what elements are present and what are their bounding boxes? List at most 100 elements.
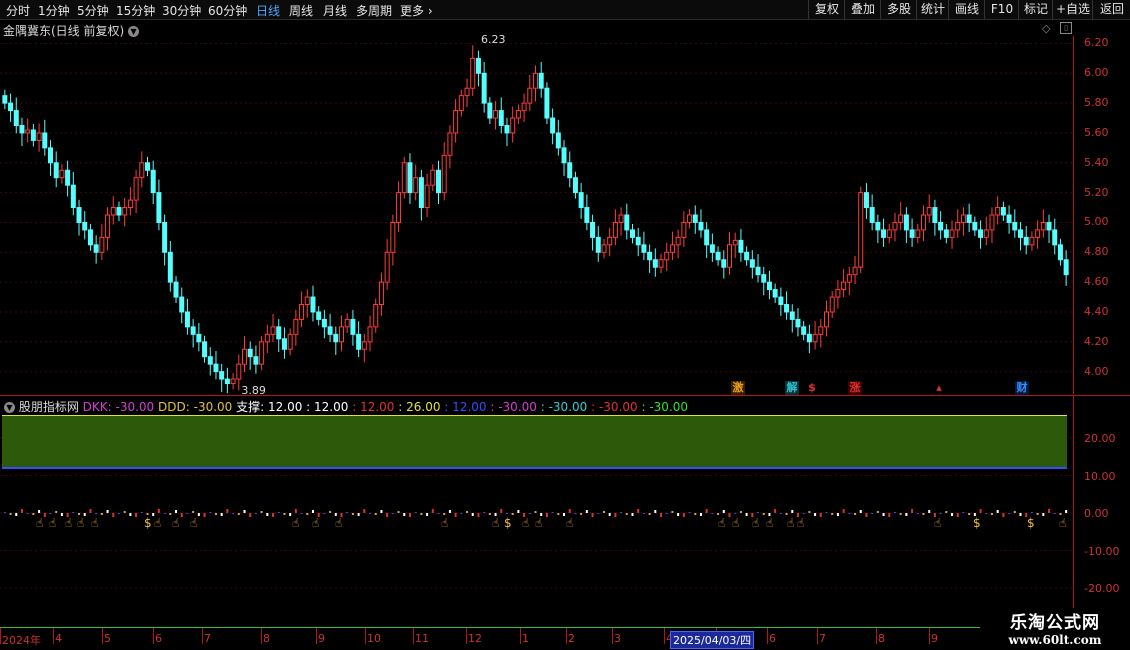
candle[interactable] xyxy=(692,205,698,234)
candle[interactable] xyxy=(287,328,293,356)
candle[interactable] xyxy=(989,207,995,244)
candle[interactable] xyxy=(350,309,356,346)
candle[interactable] xyxy=(1018,222,1023,251)
candle[interactable] xyxy=(304,289,310,318)
candle[interactable] xyxy=(903,207,909,244)
candle[interactable] xyxy=(167,240,173,292)
candle[interactable] xyxy=(875,214,881,244)
candle[interactable] xyxy=(145,156,150,177)
candle[interactable] xyxy=(25,118,31,143)
candle[interactable] xyxy=(48,140,53,176)
candle[interactable] xyxy=(65,160,71,197)
add-watchlist-button[interactable]: +自选 xyxy=(1052,0,1093,19)
candle[interactable] xyxy=(259,335,265,371)
candle[interactable] xyxy=(618,207,624,236)
candle[interactable] xyxy=(247,341,253,370)
candle[interactable] xyxy=(1012,209,1018,238)
candle[interactable] xyxy=(966,203,972,233)
candle[interactable] xyxy=(824,300,829,337)
candle[interactable] xyxy=(801,320,807,341)
tab-fenshi[interactable]: 分时 xyxy=(6,2,30,19)
candle[interactable] xyxy=(709,233,715,262)
candle[interactable] xyxy=(481,61,487,113)
candle[interactable] xyxy=(13,97,19,134)
candle[interactable] xyxy=(133,169,139,214)
candle[interactable] xyxy=(612,209,618,246)
candle[interactable] xyxy=(550,108,556,145)
candle[interactable] xyxy=(418,169,424,221)
candle[interactable] xyxy=(664,242,670,272)
candle[interactable] xyxy=(299,291,305,328)
candle[interactable] xyxy=(264,324,270,354)
candle[interactable] xyxy=(139,151,145,188)
candle[interactable] xyxy=(921,205,926,242)
candle[interactable] xyxy=(407,153,413,204)
candle[interactable] xyxy=(458,89,464,117)
event-marker-dollar[interactable]: $ xyxy=(805,381,819,395)
diamond-icon[interactable]: ◇ xyxy=(1042,22,1050,35)
candle[interactable] xyxy=(281,327,287,359)
candle[interactable] xyxy=(978,220,984,249)
tab-weekly[interactable]: 周线 xyxy=(289,2,313,19)
candle[interactable] xyxy=(687,209,693,229)
candle[interactable] xyxy=(995,196,1001,225)
candle[interactable] xyxy=(658,253,664,274)
candle[interactable] xyxy=(1052,218,1058,255)
candle[interactable] xyxy=(1006,205,1012,234)
multi-stock-button[interactable]: 多股 xyxy=(880,0,917,19)
tab-60min[interactable]: 60分钟 xyxy=(208,2,247,19)
tab-monthly[interactable]: 月线 xyxy=(323,2,347,19)
event-marker-arrow[interactable]: ▴ xyxy=(932,381,946,395)
candle[interactable] xyxy=(789,304,795,333)
candle[interactable] xyxy=(955,209,961,238)
candle[interactable] xyxy=(424,173,430,218)
candle[interactable] xyxy=(59,164,65,184)
candle[interactable] xyxy=(2,89,8,110)
candle[interactable] xyxy=(647,244,653,273)
candle[interactable] xyxy=(983,216,989,246)
candle[interactable] xyxy=(1057,238,1063,266)
candle[interactable] xyxy=(749,250,755,279)
tab-15min[interactable]: 15分钟 xyxy=(116,2,155,19)
candle[interactable] xyxy=(498,97,504,134)
candle[interactable] xyxy=(1046,214,1052,244)
candle[interactable] xyxy=(510,106,516,143)
candle[interactable] xyxy=(858,186,864,274)
candle[interactable] xyxy=(70,172,76,216)
candle[interactable] xyxy=(110,196,116,225)
candle[interactable] xyxy=(413,164,419,201)
candle[interactable] xyxy=(42,119,48,156)
candle[interactable] xyxy=(127,186,133,216)
candle[interactable] xyxy=(761,266,767,296)
candle[interactable] xyxy=(253,345,259,374)
candle[interactable] xyxy=(504,117,510,147)
candle[interactable] xyxy=(818,319,824,348)
candle[interactable] xyxy=(698,209,704,238)
candle[interactable] xyxy=(213,351,219,380)
candle[interactable] xyxy=(835,280,841,309)
candle[interactable] xyxy=(515,104,521,125)
candle[interactable] xyxy=(567,151,573,188)
candle[interactable] xyxy=(19,117,25,147)
candle[interactable] xyxy=(584,194,590,231)
candle[interactable] xyxy=(179,287,185,324)
tab-5min[interactable]: 5分钟 xyxy=(77,2,109,19)
candle[interactable] xyxy=(555,119,561,156)
candle[interactable] xyxy=(892,212,898,242)
candle[interactable] xyxy=(932,199,938,236)
candle[interactable] xyxy=(430,164,436,192)
candle[interactable] xyxy=(367,315,373,352)
candle[interactable] xyxy=(270,313,276,343)
back-button[interactable]: 返回 xyxy=(1092,0,1130,19)
candle[interactable] xyxy=(293,309,299,346)
candle[interactable] xyxy=(778,287,784,316)
candle[interactable] xyxy=(533,65,538,102)
candle[interactable] xyxy=(378,272,384,316)
draw-line-button[interactable]: 画线 xyxy=(948,0,985,19)
candle[interactable] xyxy=(436,160,441,204)
event-marker-ji[interactable]: 激 xyxy=(731,381,745,395)
candle[interactable] xyxy=(196,322,202,352)
candle[interactable] xyxy=(82,211,88,240)
candle[interactable] xyxy=(766,270,772,300)
candle[interactable] xyxy=(99,224,105,261)
